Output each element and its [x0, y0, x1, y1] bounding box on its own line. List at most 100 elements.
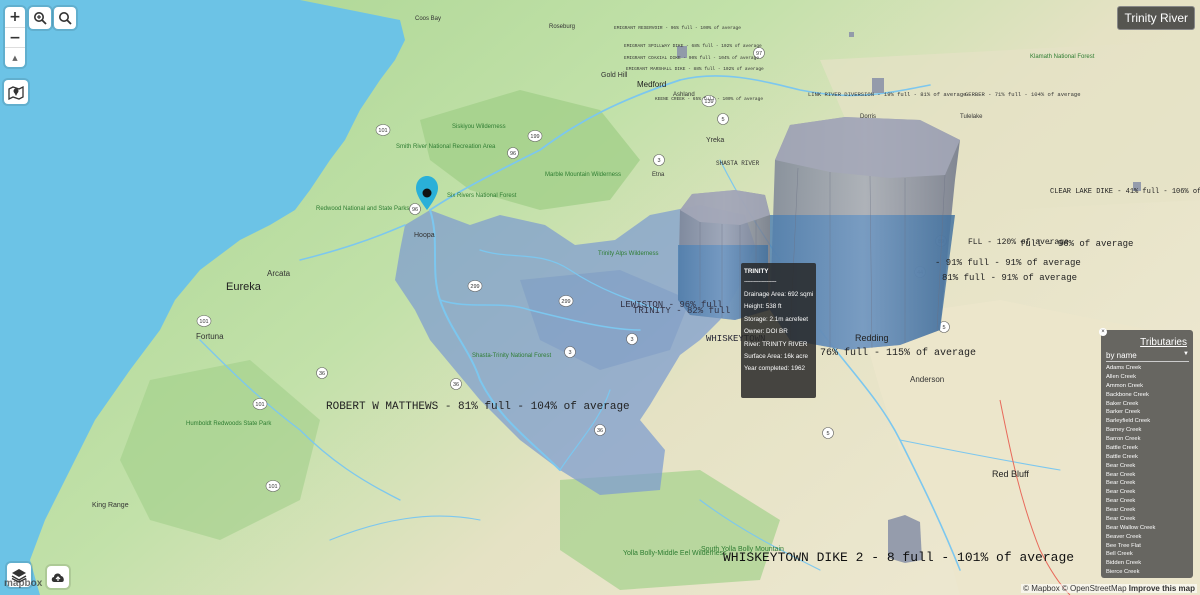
city-label: Tulelake [960, 114, 983, 120]
route-shield-label: 299 [470, 284, 479, 290]
reservoir-label: CLEAR LAKE DIKE - 41% full - 106% of ave… [1050, 188, 1200, 196]
upload-button[interactable] [47, 566, 69, 588]
city-label: Etna [652, 172, 665, 178]
tributary-item[interactable]: Bear Creek [1106, 515, 1193, 524]
tributary-item[interactable]: Bear Wallow Creek [1106, 524, 1193, 533]
route-shield-label: 3 [568, 350, 571, 356]
route-shield: 36 [316, 367, 328, 379]
improve-map-link[interactable]: Improve this map [1129, 584, 1195, 593]
map-style-button[interactable] [4, 80, 28, 104]
route-shield: 5 [717, 113, 729, 125]
tributaries-list: Adams Creek Allen Creek Ammon Creek Backbon… [1101, 364, 1193, 577]
search-button[interactable] [54, 7, 76, 29]
reservoir-label: LINK RIVER DIVERSION - 19% full - 81% of… [808, 91, 966, 98]
route-shield: 3 [564, 346, 576, 358]
compass-button[interactable]: ▲ [5, 47, 25, 67]
route-shield: 36 [594, 424, 606, 436]
city-label: Fortuna [196, 332, 224, 341]
route-shield-label: 96 [510, 151, 516, 157]
tooltip-height: Height: 538 ft [744, 303, 782, 311]
park-label: Siskiyou Wilderness [452, 124, 506, 130]
tributary-item[interactable]: Battle Creek [1106, 444, 1193, 453]
tooltip-separator: -------------------- [744, 277, 776, 285]
tributary-item[interactable]: Barney Creek [1106, 426, 1193, 435]
tributary-item[interactable]: Bell Creek [1106, 550, 1193, 559]
city-label: Red Bluff [992, 469, 1029, 479]
tributary-item[interactable]: Bear Creek [1106, 479, 1193, 488]
reservoir-label: EMIGRANT SPILLWAY DIKE - 68% full - 102%… [624, 43, 762, 49]
park-label: Trinity Alps Wilderness [598, 251, 658, 257]
route-shield-label: 101 [378, 128, 387, 134]
tributaries-title[interactable]: Tributaries [1101, 330, 1193, 348]
tributary-item[interactable]: Barker Creek [1106, 408, 1193, 417]
tributary-item[interactable]: Bear Creek [1106, 488, 1193, 497]
reservoir-label: EMIGRANT MARSHALL DIKE - 88% full - 102%… [626, 66, 764, 72]
reservoir-label: ROBERT W MATTHEWS - 81% full - 104% of a… [326, 401, 630, 413]
tooltip-storage: Storage: 2.1m acrefeet [744, 315, 809, 323]
route-shield-label: 3 [630, 337, 633, 343]
city-label: King Range [92, 502, 129, 509]
tributaries-sort-select[interactable]: by name ▼ [1106, 351, 1189, 362]
reservoir-label: WHISKEYTOWN DIKE 2 - 8 full - 101% of av… [723, 550, 1074, 565]
map-pin-icon [8, 85, 24, 100]
route-shield: 96 [409, 203, 421, 215]
zoom-in-button[interactable]: + [5, 7, 25, 27]
reservoir-label: TRINITY - 82% full [633, 306, 730, 316]
route-shield: 5 [822, 427, 834, 439]
park-label: Smith River National Recreation Area [396, 144, 496, 150]
tributary-item[interactable]: Battle Creek [1106, 453, 1193, 462]
tributary-item[interactable]: Baker Creek [1106, 400, 1193, 409]
route-shield-label: 3 [657, 158, 660, 164]
route-shield-label: 101 [268, 484, 277, 490]
route-shield: 101 [196, 315, 212, 327]
tributary-item[interactable]: Adams Creek [1106, 364, 1193, 373]
reservoir-label: full - 96% of average [1020, 239, 1133, 249]
compass-icon: ▲ [12, 53, 18, 62]
zoom-to-extent-button[interactable] [29, 7, 51, 29]
tributary-item[interactable]: Bear Creek [1106, 506, 1193, 515]
park-label: Marble Mountain Wilderness [545, 172, 621, 178]
river-title-badge: Trinity River [1117, 6, 1195, 30]
route-shield-label: 101 [255, 402, 264, 408]
tributary-item[interactable]: Beaver Creek [1106, 533, 1193, 542]
route-shield: 101 [375, 124, 391, 136]
route-shield: 299 [467, 280, 483, 292]
tributary-item[interactable]: Bierce Creek [1106, 568, 1193, 577]
park-label: Redwood National and State Parks [316, 206, 409, 212]
tributary-item[interactable]: Bee Tree Flat [1106, 542, 1193, 551]
route-shield-label: 101 [199, 319, 208, 325]
tributary-item[interactable]: Barron Creek [1106, 435, 1193, 444]
route-shield: 3 [626, 333, 638, 345]
route-shield: 96 [507, 147, 519, 159]
dam-info-tooltip: TRINITY -------------------- Drainage Ar… [741, 263, 816, 398]
sort-label: by name [1106, 351, 1137, 360]
city-label: Eureka [226, 281, 262, 293]
tributary-item[interactable]: Barleyfield Creek [1106, 417, 1193, 426]
city-label: Hoopa [414, 232, 435, 239]
city-label: Roseburg [549, 24, 575, 30]
city-label: Arcata [267, 269, 291, 278]
zoom-out-button[interactable]: − [5, 27, 25, 47]
route-shield-label: 5 [826, 431, 829, 437]
route-shield: 36 [450, 378, 462, 390]
osm-attribution-link[interactable]: © OpenStreetMap [1062, 584, 1127, 593]
tributary-item[interactable]: Allen Creek [1106, 373, 1193, 382]
route-shield-label: 299 [561, 299, 570, 305]
route-shield-label: 36 [319, 371, 325, 377]
tributary-item[interactable]: Bear Creek [1106, 462, 1193, 471]
city-label: Anderson [910, 375, 944, 384]
route-shield-label: 36 [453, 382, 459, 388]
tributary-item[interactable]: Bidden Creek [1106, 559, 1193, 568]
zoom-search-icon [34, 12, 47, 25]
close-icon[interactable]: × [1099, 328, 1107, 336]
map-canvas[interactable]: 1011011011013636362992993339696555971991… [0, 0, 1200, 595]
mapbox-logo[interactable]: mapbox [4, 578, 42, 589]
reservoir-label: KEENE CREEK - 65% full - 100% of average [655, 96, 763, 102]
reservoir-marker[interactable] [849, 32, 854, 37]
mapbox-attribution-link[interactable]: © Mapbox [1023, 584, 1060, 593]
tributary-item[interactable]: Ammon Creek [1106, 382, 1193, 391]
city-label: Dorris [860, 114, 876, 120]
tributary-item[interactable]: Bear Creek [1106, 497, 1193, 506]
tributary-item[interactable]: Backbone Creek [1106, 391, 1193, 400]
tributary-item[interactable]: Bear Creek [1106, 471, 1193, 480]
